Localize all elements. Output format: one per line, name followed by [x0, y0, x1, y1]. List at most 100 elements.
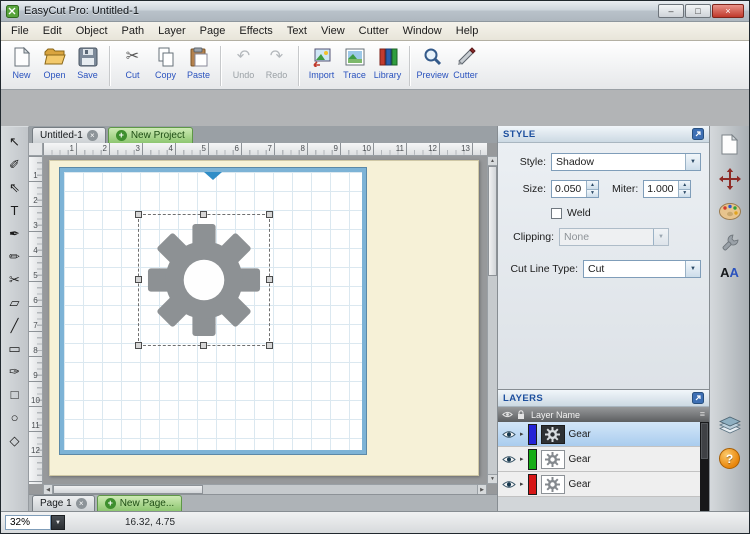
layer-expand-caret-icon[interactable]: ▸ — [520, 481, 524, 488]
scroll-down-icon[interactable]: ▼ — [488, 474, 497, 484]
tool-ellipse[interactable]: ○ — [4, 406, 26, 428]
layer-visibility-eye-icon[interactable] — [502, 480, 516, 489]
scroll-right-icon[interactable]: ▶ — [477, 485, 487, 494]
layer-thumbnail[interactable] — [541, 475, 565, 494]
vertical-scroll-thumb[interactable] — [488, 166, 497, 276]
tool-rectangle[interactable]: □ — [4, 383, 26, 405]
wrench-settings-icon[interactable] — [720, 233, 740, 253]
tab-close-icon[interactable]: × — [76, 498, 87, 509]
menu-item[interactable]: View — [314, 23, 352, 39]
tool-text[interactable]: T — [4, 199, 26, 221]
style-select[interactable]: Shadow ▼ — [551, 153, 701, 171]
spin-up-icon[interactable]: ▲ — [679, 181, 690, 190]
preview-button[interactable]: Preview — [416, 44, 449, 80]
chevron-down-icon[interactable]: ▼ — [685, 261, 700, 277]
help-icon[interactable]: ? — [719, 448, 740, 469]
menu-item[interactable]: Edit — [36, 23, 69, 39]
selection-handle-w[interactable] — [135, 276, 142, 283]
panel-popout-icon[interactable] — [692, 392, 704, 404]
save-button[interactable]: Save — [71, 44, 104, 80]
import-button[interactable]: Import — [305, 44, 338, 80]
menu-item[interactable]: File — [4, 23, 36, 39]
zoom-dropdown-icon[interactable]: ▼ — [51, 515, 65, 530]
tool-lasso[interactable]: ✐ — [4, 153, 26, 175]
trace-button[interactable]: Trace — [338, 44, 371, 80]
layers-scroll-thumb[interactable] — [701, 423, 708, 459]
new-button[interactable]: New — [5, 44, 38, 80]
title-bar[interactable]: EasyCut Pro: Untitled-1 – □ × — [1, 1, 749, 22]
layers-stack-icon[interactable] — [719, 416, 741, 435]
scroll-left-icon[interactable]: ◀ — [43, 485, 53, 494]
spin-up-icon[interactable]: ▲ — [587, 181, 598, 190]
menu-item[interactable]: Help — [449, 23, 486, 39]
chevron-down-icon[interactable]: ▼ — [685, 154, 700, 170]
document-panel-icon[interactable] — [721, 134, 738, 155]
menu-item[interactable]: Cutter — [352, 23, 396, 39]
layer-expand-caret-icon[interactable]: ▸ — [520, 431, 524, 438]
style-panel-header[interactable]: STYLE — [498, 126, 709, 143]
tool-eyedropper[interactable]: ✒ — [4, 222, 26, 244]
layer-color-swatch[interactable] — [528, 424, 537, 445]
layer-row[interactable]: ▸ Gear — [498, 472, 700, 497]
tool-knife[interactable]: ✂ — [4, 268, 26, 290]
new-page-tab[interactable]: + New Page... — [97, 495, 182, 511]
selection-bounds[interactable] — [138, 214, 270, 346]
clipping-select[interactable]: None ▼ — [559, 228, 669, 246]
layers-scrollbar[interactable] — [700, 422, 709, 511]
layer-visibility-eye-icon[interactable] — [502, 430, 516, 439]
horizontal-scroll-thumb[interactable] — [53, 485, 203, 494]
cut-line-type-select[interactable]: Cut ▼ — [583, 260, 701, 278]
tool-transform[interactable]: ◇ — [4, 429, 26, 451]
menu-item[interactable]: Window — [396, 23, 449, 39]
selection-handle-se[interactable] — [266, 342, 273, 349]
vertical-scrollbar[interactable]: ▲ ▼ — [487, 156, 497, 484]
selection-handle-nw[interactable] — [135, 211, 142, 218]
layer-row[interactable]: ▸ Gear — [498, 447, 700, 472]
scroll-up-icon[interactable]: ▲ — [488, 156, 497, 166]
menu-item[interactable]: Effects — [232, 23, 279, 39]
text-style-icon[interactable]: AA AA — [720, 266, 739, 279]
layer-color-swatch[interactable] — [528, 474, 537, 495]
undo-button[interactable]: ↶ Undo — [227, 44, 260, 80]
selection-handle-s[interactable] — [200, 342, 207, 349]
layers-panel-header[interactable]: LAYERS — [498, 390, 709, 407]
tool-direct-select[interactable]: ⇖ — [4, 176, 26, 198]
cutting-mat[interactable] — [60, 168, 366, 454]
tool-pencil[interactable]: ✏ — [4, 245, 26, 267]
selection-handle-e[interactable] — [266, 276, 273, 283]
layer-thumbnail[interactable] — [541, 425, 565, 444]
menu-item[interactable]: Page — [193, 23, 233, 39]
menu-item[interactable]: Text — [280, 23, 314, 39]
new-project-tab[interactable]: + New Project — [108, 127, 193, 143]
minimize-button[interactable]: – — [658, 4, 684, 18]
menu-item[interactable]: Path — [115, 23, 152, 39]
spin-down-icon[interactable]: ▼ — [679, 190, 690, 198]
close-button[interactable]: × — [712, 4, 744, 18]
tool-eraser[interactable]: ▱ — [4, 291, 26, 313]
tab-untitled-1[interactable]: Untitled-1 × — [32, 127, 106, 143]
canvas-viewport[interactable] — [43, 156, 487, 484]
layer-expand-caret-icon[interactable]: ▸ — [520, 456, 524, 463]
paste-button[interactable]: Paste — [182, 44, 215, 80]
zoom-level-input[interactable]: 32% — [5, 515, 51, 530]
spin-down-icon[interactable]: ▼ — [587, 190, 598, 198]
copy-button[interactable]: Copy — [149, 44, 182, 80]
tool-select[interactable]: ↖ — [4, 130, 26, 152]
size-spinner[interactable]: 0.050 ▲ ▼ — [551, 180, 599, 198]
miter-spinner[interactable]: 1.000 ▲ ▼ — [643, 180, 691, 198]
open-button[interactable]: Open — [38, 44, 71, 80]
layer-visibility-eye-icon[interactable] — [502, 455, 516, 464]
weld-checkbox[interactable] — [551, 208, 562, 219]
selection-handle-ne[interactable] — [266, 211, 273, 218]
tool-pen[interactable]: ✑ — [4, 360, 26, 382]
tool-shape[interactable]: ▭ — [4, 337, 26, 359]
layer-thumbnail[interactable] — [541, 450, 565, 469]
selection-handle-sw[interactable] — [135, 342, 142, 349]
cut-button[interactable]: ✂ Cut — [116, 44, 149, 80]
layer-color-swatch[interactable] — [528, 449, 537, 470]
selection-handle-n[interactable] — [200, 211, 207, 218]
library-button[interactable]: Library — [371, 44, 404, 80]
move-transform-icon[interactable] — [719, 168, 741, 190]
maximize-button[interactable]: □ — [685, 4, 711, 18]
cutter-button[interactable]: Cutter — [449, 44, 482, 80]
